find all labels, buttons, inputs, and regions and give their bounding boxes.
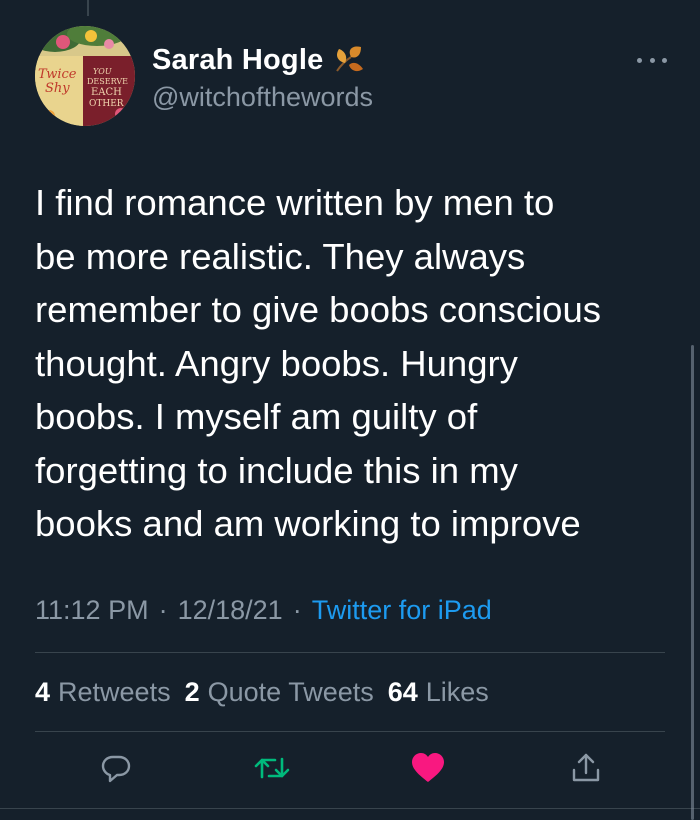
scrollbar[interactable] [691,345,694,820]
retweet-icon [254,757,290,779]
display-name[interactable]: Sarah Hogle [152,44,323,77]
user-handle[interactable]: @witchofthewords [152,82,373,113]
avatar-book1-text: Twice [38,67,77,82]
quote-tweets-count: 2 [184,676,200,707]
likes-label: Likes [425,676,489,707]
retweets-count: 4 [35,676,51,707]
tweet-time[interactable]: 11:12 PM [35,595,149,626]
tweet-source-link[interactable]: Twitter for iPad [312,595,492,626]
thread-connector-line [87,0,89,16]
divider-top [35,652,665,653]
avatar[interactable]: Twice Shy YOU DESERVE EACH OTHER [35,26,135,126]
likes-count: 64 [387,676,418,707]
retweets-stat[interactable]: 4 Retweets [35,677,171,708]
likes-stat[interactable]: 64 Likes [388,677,489,708]
reply-icon [101,755,131,783]
retweet-button[interactable] [252,748,292,788]
meta-separator: · [292,594,302,625]
svg-text:Shy: Shy [45,81,70,96]
bottom-divider [0,808,700,809]
more-dot [637,57,642,63]
like-button[interactable] [408,748,448,788]
tweet-stats: 4 Retweets 2 Quote Tweets 64 Likes [35,672,503,712]
avatar-image: Twice Shy YOU DESERVE EACH OTHER [35,26,135,126]
tweet-text: I find romance written by men to be more… [35,182,602,544]
svg-text:OTHER: OTHER [89,99,124,109]
display-name-row: Sarah Hogle [152,40,373,80]
share-button[interactable] [566,748,606,788]
more-dot [662,57,667,63]
quote-tweets-stat[interactable]: 2 Quote Tweets [185,677,374,708]
more-dot [649,57,655,63]
divider-bottom [35,731,665,732]
heart-icon [412,753,444,782]
retweets-label: Retweets [58,676,171,707]
svg-text:EACH: EACH [91,87,122,98]
tweet-actions [0,748,700,798]
meta-separator: · [158,594,168,625]
svg-text:DESERVE: DESERVE [87,77,128,86]
tweet-meta: 11:12 PM · 12/18/21 · Twitter for iPad [35,590,492,630]
autumn-leaf-icon [331,43,365,77]
avatar-book2-text: YOU [93,67,112,76]
quote-tweets-label: Quote Tweets [207,676,374,707]
tweet-date[interactable]: 12/18/21 [178,595,283,626]
reply-button[interactable] [96,748,136,788]
more-dots-icon[interactable] [637,50,667,70]
user-info: Sarah Hogle @witchofthewords [152,40,373,113]
share-icon [572,753,600,782]
